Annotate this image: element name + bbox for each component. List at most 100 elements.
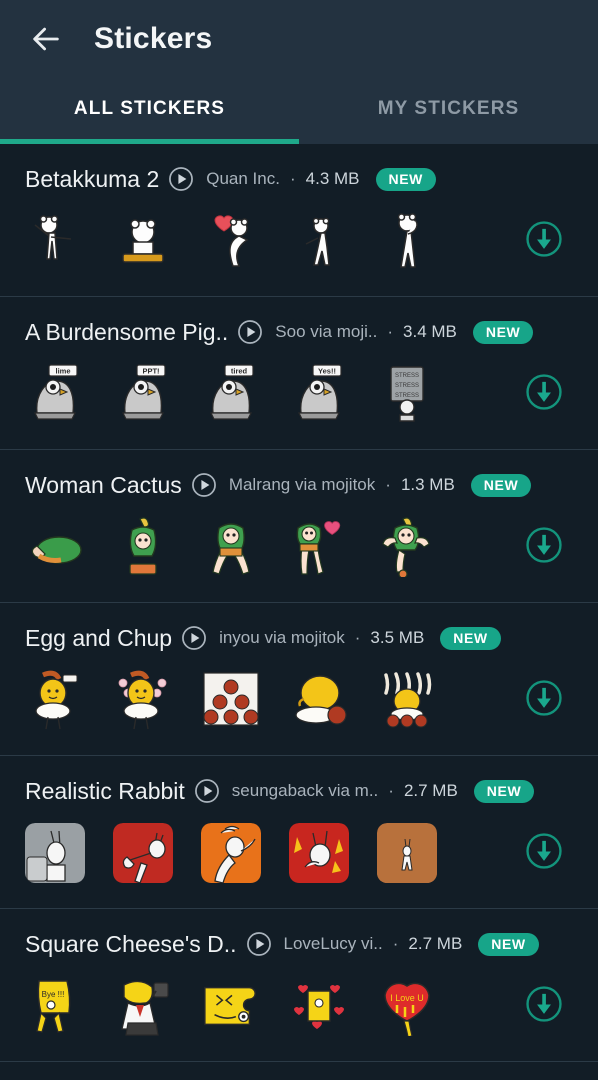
sticker-thumbnail[interactable] [289,976,349,1036]
pack-preview-row [0,202,598,280]
pack-header: Egg and Chup inyou via mojitok · 3.5 MB NEW [0,621,598,655]
new-badge: NEW [478,932,539,956]
download-button[interactable] [516,213,572,269]
separator-dot: · [392,934,399,953]
tab-all-stickers[interactable]: ALL STICKERS [0,78,299,144]
svg-text:lime: lime [55,367,70,376]
separator-dot: · [354,628,361,647]
download-button[interactable] [516,825,572,881]
sticker-thumbnail[interactable] [25,211,85,271]
pack-title: Square Cheese's D.. [25,931,237,957]
pack-author: inyou via mojitok [219,628,345,647]
download-circle-icon [525,526,563,569]
pack-title: Egg and Chup [25,625,173,651]
sticker-thumbnail[interactable] [377,211,437,271]
sticker-thumbnails [25,670,516,730]
pack-header: A Burdensome Pig.. Soo via moji.. · 3.4 MB N… [0,315,598,349]
sticker-thumbnail[interactable]: tired [201,364,261,424]
new-badge: NEW [473,779,535,803]
play-circle-icon[interactable] [246,931,272,957]
pack-title: Realistic Rabbit [25,778,185,804]
pack-author: Soo via moji.. [275,322,378,341]
svg-text:Bye !!!: Bye !!! [42,990,65,999]
sticker-thumbnail[interactable] [289,670,349,730]
sticker-pack-row[interactable]: Realistic Rabbit seungaback via m.. · 2.7 M… [0,756,598,909]
svg-text:STRESS: STRESS [395,383,419,389]
pack-preview-row [0,661,598,739]
play-circle-icon[interactable] [237,319,263,345]
new-badge: NEW [375,167,436,191]
sticker-thumbnail[interactable]: lime [25,364,85,424]
sticker-thumbnail[interactable]: Yes!! [289,364,349,424]
sticker-pack-row[interactable]: Egg and Chup inyou via mojitok · 3.5 MB NEW [0,603,598,756]
download-circle-icon [525,832,563,875]
download-button[interactable] [516,672,572,728]
pack-title: A Burdensome Pig.. [25,319,229,345]
sticker-thumbnail[interactable] [113,670,173,730]
download-button[interactable] [516,519,572,575]
pack-author: LoveLucy vi.. [283,934,383,953]
play-circle-icon[interactable] [181,625,207,651]
download-circle-icon [525,373,563,416]
sticker-thumbnail[interactable] [113,976,173,1036]
svg-text:tired: tired [231,367,248,376]
pack-size: 3.4 MB [403,322,457,341]
sticker-thumbnail[interactable] [113,517,173,577]
separator-dot: · [385,475,391,494]
page-title: Stickers [94,22,213,55]
sticker-thumbnail[interactable] [25,823,85,883]
pack-header: Woman Cactus Malrang via mojitok · 1.3 MB NE… [0,468,598,502]
play-circle-icon[interactable] [168,166,194,192]
sticker-thumbnails [25,517,516,577]
sticker-thumbnail[interactable] [201,517,261,577]
download-circle-icon [525,679,563,722]
sticker-thumbnail[interactable] [113,211,173,271]
pack-preview-row [0,814,598,892]
sticker-thumbnail[interactable] [25,670,85,730]
sticker-thumbnail[interactable] [201,211,261,271]
download-circle-icon [525,220,563,263]
sticker-thumbnail[interactable]: I Love U [377,976,437,1036]
sticker-pack-row[interactable]: Woman Cactus Malrang via mojitok · 1.3 MB NE… [0,450,598,603]
sticker-thumbnail[interactable]: STRESS STRESS STRESS [377,364,437,424]
pack-size: 4.3 MB [305,169,360,188]
sticker-thumbnail[interactable] [201,976,261,1036]
pack-title: Woman Cactus [25,472,182,498]
pack-size: 1.3 MB [400,475,455,494]
play-circle-icon[interactable] [191,472,217,498]
pack-preview-row [0,508,598,586]
sticker-thumbnail[interactable] [377,670,437,730]
sticker-thumbnail[interactable] [201,823,261,883]
stickers-screen: Stickers ALL STICKERS MY STICKERS Betakk… [0,0,598,1080]
sticker-pack-row[interactable]: A Burdensome Pig.. Soo via moji.. · 3.4 MB N… [0,297,598,450]
download-circle-icon [525,985,563,1028]
download-button[interactable] [516,366,572,422]
sticker-thumbnail[interactable] [289,211,349,271]
back-button[interactable] [22,15,70,63]
download-button[interactable] [516,978,572,1034]
sticker-thumbnail[interactable]: PPT! [113,364,173,424]
sticker-pack-list[interactable]: Betakkuma 2 Quan Inc. · 4.3 MB NEW A Burdenso… [0,144,598,1080]
sticker-thumbnail[interactable] [289,517,349,577]
svg-text:STRESS: STRESS [395,373,419,379]
pack-size: 2.7 MB [403,781,458,800]
sticker-thumbnails: lime PPT! tired Yes!! STRESS STRESS STRESS [25,364,516,424]
sticker-thumbnail[interactable] [25,517,85,577]
sticker-thumbnail[interactable] [377,517,437,577]
pack-header: Square Cheese's D.. LoveLucy vi.. · 2.7 MB N… [0,927,598,961]
sticker-thumbnail[interactable] [377,823,437,883]
play-circle-icon[interactable] [194,778,220,804]
sticker-thumbnail[interactable] [289,823,349,883]
sticker-pack-row[interactable]: Betakkuma 2 Quan Inc. · 4.3 MB NEW [0,144,598,297]
tab-my-stickers[interactable]: MY STICKERS [299,78,598,144]
pack-size: 2.7 MB [408,934,463,953]
pack-title: Betakkuma 2 [25,166,160,192]
pack-preview-row: lime PPT! tired Yes!! STRESS STRESS STRESS [0,355,598,433]
sticker-thumbnails [25,823,516,883]
sticker-thumbnail[interactable] [113,823,173,883]
app-bar: Stickers [0,0,598,78]
sticker-thumbnail[interactable] [201,670,261,730]
separator-dot: · [289,169,296,188]
sticker-pack-row[interactable]: Square Cheese's D.. LoveLucy vi.. · 2.7 MB N… [0,909,598,1062]
sticker-thumbnail[interactable]: Bye !!! [25,976,85,1036]
